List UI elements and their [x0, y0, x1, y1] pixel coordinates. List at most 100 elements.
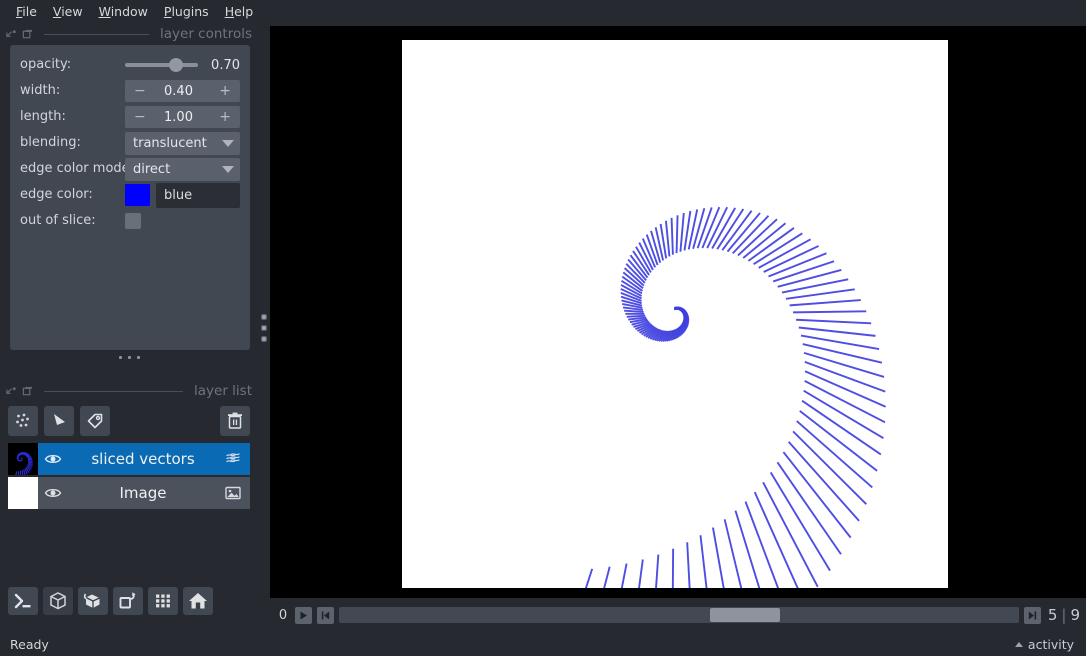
- menu-file[interactable]: File: [8, 2, 45, 22]
- console-icon: [14, 593, 31, 609]
- grid-view-button[interactable]: [148, 587, 178, 615]
- width-value[interactable]: 0.40: [138, 84, 220, 99]
- console-button[interactable]: [8, 587, 38, 615]
- dims-readout: 5 | 9: [1048, 606, 1080, 624]
- float-dock-icon[interactable]: [6, 29, 17, 40]
- edge-color-mode-label: edge color mode:: [20, 161, 125, 176]
- layer-list-title-label: layer list: [194, 383, 252, 399]
- edge-color-swatch[interactable]: [125, 184, 150, 206]
- new-shapes-button[interactable]: [44, 406, 74, 436]
- image-icon: [225, 486, 241, 500]
- activity-button[interactable]: activity: [1014, 637, 1074, 652]
- status-bar: Ready activity: [0, 632, 1086, 656]
- layer-action-buttons: [8, 405, 250, 437]
- edge-color-mode-combobox[interactable]: direct: [125, 157, 240, 181]
- out-of-slice-checkbox[interactable]: [125, 213, 141, 229]
- dims-slider-handle[interactable]: [709, 608, 780, 622]
- close-dock-icon[interactable]: [22, 29, 33, 40]
- opacity-label: opacity:: [20, 57, 72, 72]
- vectors-icon: [226, 453, 240, 463]
- layer-controls-panel: opacity: 0.70 width: − 0.40 + length: − …: [10, 45, 250, 350]
- play-icon: [300, 611, 307, 619]
- dims-slider-track[interactable]: [339, 607, 1019, 623]
- left-dock-column: layer controls opacity: 0.70 width: − 0.…: [0, 24, 258, 632]
- splitter-dot: [118, 355, 122, 359]
- float-dock-icon[interactable]: [6, 386, 17, 397]
- last-frame-button[interactable]: [1023, 606, 1041, 624]
- new-labels-button[interactable]: [80, 406, 110, 436]
- splitter-dot: [261, 336, 267, 342]
- ndisplay-button[interactable]: [43, 587, 73, 615]
- grid-icon: [156, 594, 170, 608]
- dock-title-rule: [44, 33, 149, 35]
- dims-current-value: 5: [1047, 606, 1058, 624]
- delete-layer-button[interactable]: [220, 406, 250, 436]
- length-field: − 1.00 +: [125, 106, 240, 128]
- ndisplay-3d-icon: [50, 592, 66, 610]
- layer-name-image: Image: [119, 484, 167, 502]
- blending-field: translucent: [125, 131, 240, 155]
- width-field: − 0.40 +: [125, 80, 240, 102]
- close-dock-icon[interactable]: [22, 386, 33, 397]
- first-frame-icon: [321, 611, 330, 619]
- dims-axis-label: 0: [278, 607, 288, 623]
- play-button[interactable]: [295, 606, 312, 624]
- menu-plugins[interactable]: Plugins: [156, 2, 217, 22]
- new-points-button[interactable]: [8, 406, 38, 436]
- layer-row-image[interactable]: Image: [8, 477, 250, 509]
- width-increment-button[interactable]: +: [219, 84, 231, 98]
- transpose-icon: [119, 592, 136, 609]
- shapes-icon: [54, 414, 65, 425]
- length-label: length:: [20, 109, 66, 124]
- opacity-value: 0.70: [211, 57, 240, 73]
- napari-window: File View Window Plugins Help layer cont…: [0, 0, 1086, 656]
- layer-list-dock-title: layer list: [0, 381, 258, 401]
- layer-list-panel: layer list sliced vectors Image: [0, 381, 258, 576]
- visibility-eye-icon[interactable]: [44, 450, 62, 468]
- opacity-slider-handle[interactable]: [169, 58, 184, 72]
- vector-field-plot: [402, 40, 948, 588]
- dock-splitter-handle[interactable]: [0, 350, 258, 364]
- visibility-eye-icon[interactable]: [44, 484, 62, 502]
- layer-buttons-spacer: [116, 406, 214, 436]
- layer-body-image[interactable]: Image: [38, 477, 250, 509]
- chevron-down-icon: [222, 165, 234, 173]
- blending-value: translucent: [133, 135, 207, 151]
- layer-thumbnail-image: [8, 477, 38, 509]
- home-icon: [189, 593, 207, 609]
- home-button[interactable]: [183, 587, 213, 615]
- splitter-dot: [261, 314, 267, 320]
- layer-row-sliced-vectors[interactable]: sliced vectors: [8, 443, 250, 475]
- main-splitter-handle[interactable]: [258, 24, 270, 632]
- splitter-dot: [136, 355, 140, 359]
- width-spinbox[interactable]: − 0.40 +: [125, 80, 240, 102]
- edge-color-mode-value: direct: [133, 161, 171, 177]
- roll-dims-icon: [83, 593, 100, 608]
- length-spinbox[interactable]: − 1.00 +: [125, 106, 240, 128]
- layer-controls-title-label: layer controls: [160, 26, 252, 42]
- menu-help[interactable]: Help: [217, 2, 262, 22]
- edge-color-name-input[interactable]: blue: [156, 182, 240, 208]
- opacity-slider[interactable]: [125, 56, 198, 74]
- first-frame-button[interactable]: [317, 606, 334, 624]
- viewer-canvas[interactable]: [270, 26, 1086, 598]
- length-increment-button[interactable]: +: [219, 110, 231, 124]
- roll-dims-button[interactable]: [78, 587, 108, 615]
- opacity-slider-groove: [125, 63, 198, 67]
- dims-separator: |: [1061, 606, 1067, 624]
- out-of-slice-label: out of slice:: [20, 213, 96, 228]
- menu-window[interactable]: Window: [91, 2, 156, 22]
- image-plane[interactable]: [402, 40, 948, 588]
- last-frame-icon: [1028, 611, 1037, 619]
- menu-view[interactable]: View: [45, 2, 91, 22]
- layer-controls-dock-title: layer controls: [0, 24, 258, 44]
- viewer-buttons-bar: [8, 585, 252, 617]
- length-value[interactable]: 1.00: [138, 110, 220, 125]
- edge-color-field: blue: [125, 182, 240, 208]
- transpose-button[interactable]: [113, 587, 143, 615]
- blending-combobox[interactable]: translucent: [125, 131, 240, 155]
- layer-name-sliced-vectors: sliced vectors: [91, 450, 195, 468]
- layer-body-sliced-vectors[interactable]: sliced vectors: [38, 443, 250, 475]
- opacity-field: 0.70: [125, 54, 240, 76]
- edge-color-mode-field: direct: [125, 157, 240, 181]
